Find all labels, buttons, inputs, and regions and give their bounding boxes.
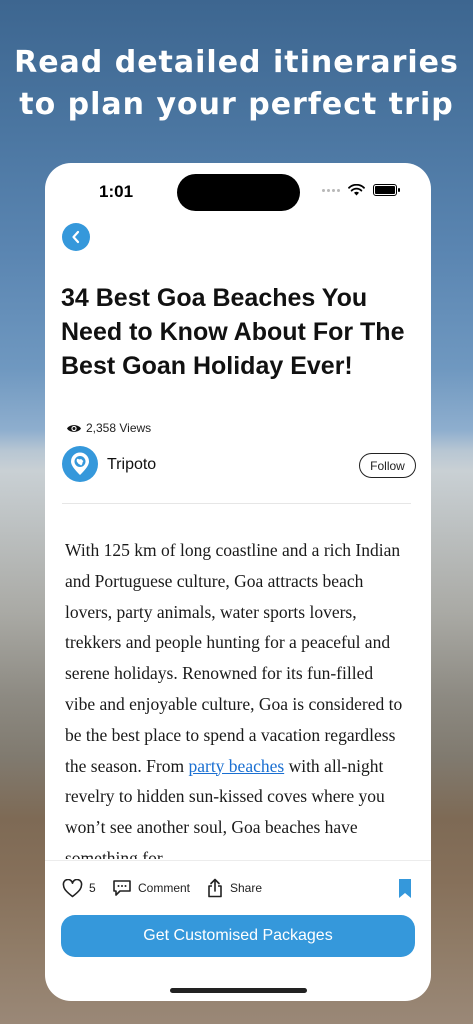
get-packages-button[interactable]: Get Customised Packages	[61, 915, 415, 957]
views-label: 2,358 Views	[86, 421, 152, 435]
comment-button[interactable]: Comment	[112, 876, 190, 900]
share-icon	[208, 878, 222, 898]
author-name[interactable]: Tripoto	[107, 456, 156, 474]
views-count: 2,358 Views	[66, 421, 151, 435]
follow-button[interactable]: Follow	[359, 453, 416, 478]
wifi-icon	[348, 184, 365, 196]
comment-icon	[113, 880, 131, 896]
phone-screen: 1:01 34 Best Goa Beaches You Need to Kno…	[45, 163, 431, 1001]
article-body: With 125 km of long coastline and a rich…	[65, 535, 405, 859]
battery-icon	[373, 184, 400, 196]
dynamic-island	[177, 174, 300, 211]
globe-pin-icon	[71, 452, 89, 475]
article-title: 34 Best Goa Beaches You Need to Know Abo…	[61, 284, 405, 380]
author-avatar[interactable]	[62, 446, 98, 482]
author-row: Tripoto Follow	[62, 446, 416, 484]
article-body-part1: With 125 km of long coastline and a rich…	[65, 540, 403, 776]
party-beaches-link[interactable]: party beaches	[188, 756, 284, 776]
bookmark-icon	[399, 878, 411, 898]
promo-headline-line1: Read detailed itineraries	[14, 45, 459, 80]
share-label: Share	[230, 881, 263, 895]
back-button[interactable]	[62, 223, 90, 251]
status-indicators	[322, 184, 400, 196]
like-count: 5	[89, 881, 96, 895]
eye-icon	[67, 424, 81, 432]
like-button[interactable]: 5	[62, 876, 96, 900]
divider	[62, 503, 411, 504]
chevron-left-icon	[72, 230, 80, 244]
promo-headline-line2: to plan your perfect trip	[19, 87, 454, 122]
promo-headline: Read detailed itineraries to plan your p…	[0, 42, 473, 126]
heart-icon	[62, 878, 83, 897]
share-button[interactable]: Share	[206, 876, 262, 900]
bookmark-button[interactable]	[398, 876, 412, 900]
action-bar-divider	[45, 860, 431, 861]
action-bar: 5 Comment Share	[62, 876, 414, 900]
comment-label: Comment	[138, 881, 191, 895]
status-time: 1:01	[99, 182, 134, 201]
home-indicator	[170, 988, 307, 993]
cellular-signal-icon	[322, 188, 340, 192]
